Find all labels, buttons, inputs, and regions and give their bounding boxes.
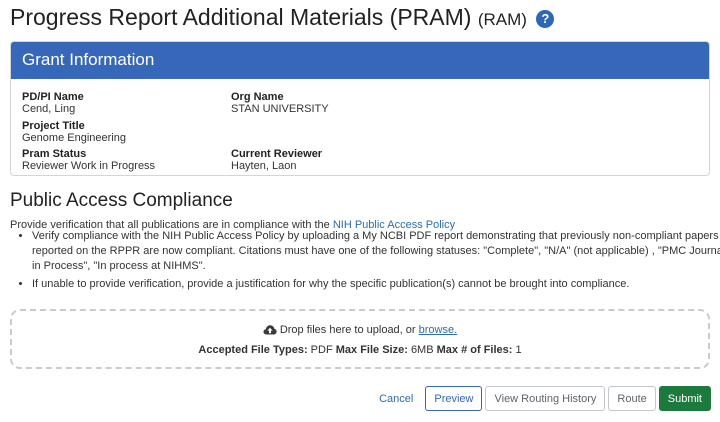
- browse-link[interactable]: browse.: [419, 324, 458, 336]
- pram-status-value: Reviewer Work in Progress: [22, 160, 156, 172]
- list-item: If unable to provide verification, provi…: [32, 277, 720, 292]
- current-reviewer-label: Current Reviewer: [231, 148, 323, 160]
- cloud-upload-icon: [263, 324, 277, 338]
- grant-information-panel: Grant Information PD/PI Name Cend, Ling …: [10, 41, 710, 176]
- submit-button[interactable]: Submit: [658, 386, 711, 411]
- grant-information-header: Grant Information: [11, 42, 709, 79]
- file-upload-dropzone[interactable]: Drop files here to upload, or browse. Ac…: [10, 309, 710, 369]
- preview-button[interactable]: Preview: [425, 386, 483, 411]
- project-title-value: Genome Engineering: [22, 132, 126, 144]
- org-name-label: Org Name: [231, 91, 284, 103]
- pram-status-label: Pram Status: [22, 148, 87, 160]
- pram-status-field: Pram Status Reviewer Work in Progress: [22, 148, 155, 172]
- current-reviewer-value: Hayten, Laon: [231, 160, 297, 172]
- public-access-compliance-title: Public Access Compliance: [10, 190, 233, 211]
- page-title: Progress Report Additional Materials (PR…: [10, 4, 555, 31]
- accepted-types-value: PDF: [310, 344, 333, 356]
- upload-constraints: Accepted File Types: PDF Max File Size: …: [12, 344, 708, 356]
- max-files-label: Max # of Files:: [436, 344, 513, 356]
- max-files-value: 1: [515, 344, 522, 356]
- list-item: Verify compliance with the NIH Public Ac…: [32, 229, 720, 274]
- page-title-text: Progress Report Additional Materials (PR…: [10, 4, 472, 30]
- max-size-value: 6MB: [410, 344, 434, 356]
- page-abbr: (RAM): [477, 10, 527, 29]
- project-title-label: Project Title: [22, 120, 85, 132]
- current-reviewer-field: Current Reviewer Hayten, Laon: [231, 148, 322, 172]
- drop-text: Drop files here to upload, or: [279, 324, 416, 336]
- pd-pi-label: PD/PI Name: [22, 91, 84, 103]
- view-routing-history-button[interactable]: View Routing History: [485, 386, 606, 411]
- accepted-types-label: Accepted File Types:: [198, 344, 308, 356]
- cancel-button[interactable]: Cancel: [372, 386, 423, 411]
- org-name-field: Org Name STAN UNIVERSITY: [231, 91, 329, 115]
- dropzone-instruction: Drop files here to upload, or browse.: [12, 324, 708, 338]
- pd-pi-value: Cend, Ling: [22, 103, 76, 115]
- route-button[interactable]: Route: [608, 386, 656, 411]
- action-bar: Cancel Preview View Routing History Rout…: [372, 386, 711, 411]
- project-title-field: Project Title Genome Engineering: [22, 120, 126, 144]
- max-size-label: Max File Size:: [335, 344, 408, 356]
- org-name-value: STAN UNIVERSITY: [231, 103, 329, 115]
- compliance-instructions-list: Verify compliance with the NIH Public Ac…: [10, 229, 720, 295]
- help-icon[interactable]: ?: [536, 10, 555, 28]
- pd-pi-field: PD/PI Name Cend, Ling: [22, 91, 84, 115]
